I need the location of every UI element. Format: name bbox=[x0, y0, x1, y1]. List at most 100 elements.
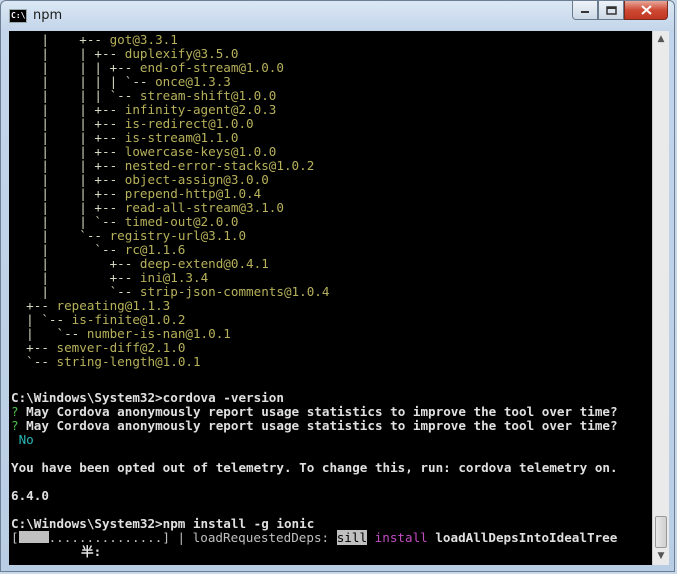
tree-line: | | +-- prepend-http@1.0.4 bbox=[11, 187, 261, 201]
ime-status-line: 半: bbox=[81, 545, 101, 559]
tree-line: | | +-- is-stream@1.1.0 bbox=[11, 131, 238, 145]
command-prompt-line: C:\Windows\System32>npm install -g ionic bbox=[11, 517, 314, 531]
tree-prefix: | | +-- bbox=[11, 130, 125, 145]
package-name: once@1.3.3 bbox=[155, 74, 231, 89]
tree-prefix: | | +-- bbox=[11, 200, 125, 215]
progress-dots: ............... bbox=[48, 530, 163, 546]
question-mark-icon: ? bbox=[11, 404, 19, 420]
console-window: C:\ npm | +-- got@3.3.1 | | +-- duplexif… bbox=[0, 0, 675, 572]
tree-prefix: | `-- bbox=[11, 228, 110, 243]
tree-prefix: | | | `-- bbox=[11, 88, 140, 103]
tree-line: | `-- registry-url@3.1.0 bbox=[11, 229, 246, 243]
progress-open: [ bbox=[11, 530, 19, 546]
window-controls bbox=[572, 1, 668, 20]
package-name: timed-out@2.0.0 bbox=[124, 214, 239, 229]
tree-line: | +-- got@3.3.1 bbox=[11, 33, 178, 47]
package-name: semver-diff@2.1.0 bbox=[56, 340, 186, 355]
close-icon bbox=[640, 5, 652, 15]
package-name: is-finite@1.0.2 bbox=[71, 312, 186, 327]
tree-prefix: `-- bbox=[11, 354, 57, 369]
tree-prefix: | +-- bbox=[11, 32, 110, 47]
tree-line: | `-- number-is-nan@1.0.1 bbox=[11, 327, 231, 341]
tree-line: | | +-- nested-error-stacks@1.0.2 bbox=[11, 159, 314, 173]
package-name: deep-extend@0.4.1 bbox=[139, 256, 269, 271]
tree-line: | | +-- lowercase-keys@1.0.0 bbox=[11, 145, 276, 159]
scroll-thumb[interactable] bbox=[655, 516, 667, 548]
scroll-down-arrow-icon[interactable]: ▼ bbox=[653, 548, 669, 565]
question-line: ? May Cordova anonymously report usage s… bbox=[11, 405, 618, 419]
tree-line: `-- string-length@1.0.1 bbox=[11, 354, 200, 369]
package-name: is-stream@1.1.0 bbox=[124, 130, 239, 145]
tree-prefix: | | +-- bbox=[11, 116, 125, 131]
question-line: ? May Cordova anonymously report usage s… bbox=[11, 419, 618, 433]
package-name: stream-shift@1.0.0 bbox=[139, 88, 277, 103]
tree-line: | | | `-- stream-shift@1.0.0 bbox=[11, 89, 276, 103]
log-level-badge: sill bbox=[336, 530, 368, 546]
tree-line: | +-- deep-extend@0.4.1 bbox=[11, 256, 269, 271]
package-name: got@3.3.1 bbox=[109, 32, 178, 47]
answer-text: No bbox=[11, 432, 34, 448]
package-name: object-assign@3.0.0 bbox=[124, 172, 269, 187]
tree-line: | | | | `-- once@1.3.3 bbox=[11, 75, 231, 89]
tree-prefix: +-- bbox=[11, 298, 57, 313]
close-button[interactable] bbox=[624, 1, 668, 20]
vertical-scrollbar[interactable]: ▲ ▼ bbox=[652, 31, 669, 565]
package-name: infinity-agent@2.0.3 bbox=[124, 102, 277, 117]
package-name: lowercase-keys@1.0.0 bbox=[124, 144, 277, 159]
question-text: May Cordova anonymously report usage sta… bbox=[18, 418, 618, 434]
log-message: loadAllDepsIntoIdealTree bbox=[427, 530, 618, 546]
version-line: 6.4.0 bbox=[11, 489, 49, 503]
package-name: end-of-stream@1.0.0 bbox=[139, 60, 284, 75]
tree-line: | | +-- duplexify@3.5.0 bbox=[11, 47, 238, 61]
ime-status: 半: bbox=[81, 544, 102, 560]
package-name: strip-json-comments@1.0.4 bbox=[139, 284, 330, 299]
package-name: rc@1.1.6 bbox=[124, 242, 186, 257]
progress-close: ] | loadRequestedDeps: bbox=[162, 530, 337, 546]
package-name: is-redirect@1.0.0 bbox=[124, 116, 254, 131]
tree-line: | | `-- timed-out@2.0.0 bbox=[11, 215, 238, 229]
package-name: read-all-stream@3.1.0 bbox=[124, 200, 284, 215]
tree-prefix: | `-- bbox=[11, 312, 72, 327]
console-output[interactable]: | +-- got@3.3.1 | | +-- duplexify@3.5.0 … bbox=[9, 31, 652, 565]
tree-prefix: | `-- bbox=[11, 284, 140, 299]
minimize-button[interactable] bbox=[572, 1, 598, 20]
tree-line: | `-- is-finite@1.0.2 bbox=[11, 313, 185, 327]
progress-line: [...............] | loadRequestedDeps: s… bbox=[11, 530, 618, 546]
maximize-button[interactable] bbox=[598, 1, 624, 20]
tree-prefix: +-- bbox=[11, 340, 57, 355]
tree-line: | | +-- infinity-agent@2.0.3 bbox=[11, 103, 276, 117]
question-mark-icon: ? bbox=[11, 418, 19, 434]
telemetry-message: You have been opted out of telemetry. To… bbox=[11, 460, 618, 476]
log-command: install bbox=[374, 530, 428, 546]
tree-line: | +-- ini@1.3.4 bbox=[11, 271, 208, 285]
tree-line: | | +-- read-all-stream@3.1.0 bbox=[11, 201, 284, 215]
tree-prefix: | `-- bbox=[11, 326, 87, 341]
tree-prefix: | | `-- bbox=[11, 214, 125, 229]
prompt-text: C:\Windows\System32>cordova -version bbox=[11, 390, 284, 406]
tree-prefix: | `-- bbox=[11, 242, 125, 257]
tree-line: | `-- strip-json-comments@1.0.4 bbox=[11, 285, 329, 299]
minimize-icon bbox=[581, 11, 589, 13]
tree-prefix: | | +-- bbox=[11, 172, 125, 187]
progress-fill bbox=[18, 531, 49, 544]
tree-prefix: | | +-- bbox=[11, 144, 125, 159]
package-name: number-is-nan@1.0.1 bbox=[86, 326, 231, 341]
package-name: nested-error-stacks@1.0.2 bbox=[124, 158, 315, 173]
title-bar[interactable]: C:\ npm bbox=[1, 1, 674, 31]
tree-line: | | +-- is-redirect@1.0.0 bbox=[11, 116, 254, 131]
tree-prefix: | +-- bbox=[11, 256, 140, 271]
cmd-app-icon[interactable]: C:\ bbox=[9, 9, 27, 23]
tree-line: | `-- rc@1.1.6 bbox=[11, 243, 185, 257]
tree-prefix: | | | +-- bbox=[11, 60, 140, 75]
tree-prefix: | | +-- bbox=[11, 186, 125, 201]
package-name: prepend-http@1.0.4 bbox=[124, 186, 262, 201]
tree-line: +-- semver-diff@2.1.0 bbox=[11, 341, 185, 355]
command-prompt-line: C:\Windows\System32>cordova -version bbox=[11, 391, 284, 405]
package-name: repeating@1.1.3 bbox=[56, 298, 171, 313]
scroll-up-arrow-icon[interactable]: ▲ bbox=[653, 31, 669, 48]
version-text: 6.4.0 bbox=[11, 488, 49, 504]
package-name: duplexify@3.5.0 bbox=[124, 46, 239, 61]
tree-prefix: | | | | `-- bbox=[11, 74, 156, 89]
window-title: npm bbox=[33, 8, 63, 23]
maximize-icon bbox=[605, 5, 617, 15]
